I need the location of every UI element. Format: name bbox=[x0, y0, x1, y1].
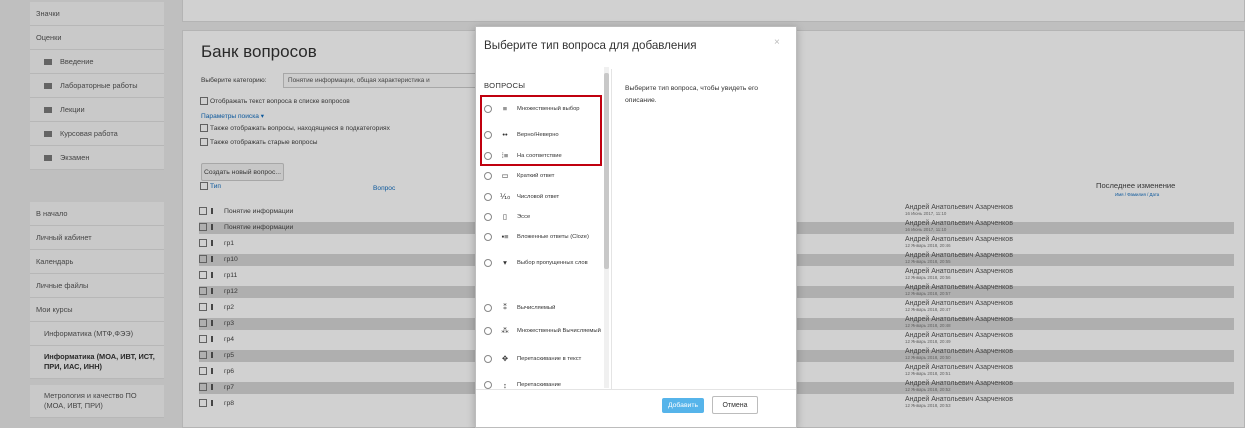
option-calculated[interactable]: ⁑ Вычисляемый bbox=[484, 303, 606, 312]
radio-button[interactable] bbox=[484, 326, 492, 335]
numerical-icon: ⅒ bbox=[499, 192, 511, 201]
drag-icon: ✥ bbox=[501, 354, 509, 363]
calculatedmulti-icon: ⁂ bbox=[501, 326, 509, 335]
option-cloze[interactable]: ▪≡ Вложенные ответы (Cloze) bbox=[484, 232, 606, 241]
option-label: Множественный Вычисляемый bbox=[517, 327, 601, 334]
dialog-title: Выберите тип вопроса для добавления bbox=[484, 39, 697, 52]
add-button[interactable]: Добавить bbox=[662, 398, 704, 413]
option-label: Краткий ответ bbox=[517, 172, 555, 179]
drag-icon: ↕ bbox=[503, 381, 507, 389]
close-icon[interactable]: × bbox=[774, 37, 780, 48]
radio-button[interactable] bbox=[484, 171, 492, 180]
highlight-box bbox=[480, 95, 602, 166]
radio-button[interactable] bbox=[484, 212, 492, 221]
radio-button[interactable] bbox=[484, 232, 492, 241]
cloze-icon: ▪≡ bbox=[501, 232, 509, 241]
questions-section-header: ВОПРОСЫ bbox=[484, 81, 526, 90]
radio-button[interactable] bbox=[484, 192, 492, 201]
radio-button[interactable] bbox=[484, 258, 492, 267]
radio-button[interactable] bbox=[484, 303, 492, 312]
option-ddmarker[interactable]: ↕ Перетаскивание bbox=[484, 381, 606, 389]
page: Значки Оценки Введение Лабораторные рабо… bbox=[0, 0, 1245, 428]
shortanswer-icon: ▭ bbox=[501, 171, 509, 180]
option-ddwtos[interactable]: ✥ Перетаскивание в текст bbox=[484, 354, 606, 363]
option-label: Перетаскивание bbox=[517, 382, 562, 388]
option-gapselect[interactable]: ▾ Выбор пропущенных слов bbox=[484, 258, 606, 267]
option-shortanswer[interactable]: ▭ Краткий ответ bbox=[484, 171, 606, 180]
list-scrollbar[interactable] bbox=[604, 67, 609, 388]
option-calculatedmulti[interactable]: ⁂ Множественный Вычисляемый bbox=[484, 326, 606, 335]
calculated-icon: ⁑ bbox=[503, 303, 507, 312]
type-description: Выберите тип вопроса, чтобы увидеть его … bbox=[625, 85, 759, 104]
option-essay[interactable]: ▯ Эссе bbox=[484, 212, 606, 221]
option-numerical[interactable]: ⅒ Числовой ответ bbox=[484, 192, 606, 201]
cancel-button[interactable]: Отмена bbox=[712, 396, 758, 414]
dropdown-icon: ▾ bbox=[503, 258, 507, 267]
option-label: Числовой ответ bbox=[517, 193, 560, 200]
option-label: Эссе bbox=[517, 213, 531, 220]
option-label: Перетаскивание в текст bbox=[517, 355, 582, 362]
option-label: Вычисляемый bbox=[517, 304, 556, 311]
radio-button[interactable] bbox=[484, 354, 492, 363]
essay-icon: ▯ bbox=[502, 212, 508, 221]
option-label: Выбор пропущенных слов bbox=[517, 259, 588, 266]
option-label: Вложенные ответы (Cloze) bbox=[517, 233, 589, 240]
radio-button[interactable] bbox=[484, 381, 492, 389]
